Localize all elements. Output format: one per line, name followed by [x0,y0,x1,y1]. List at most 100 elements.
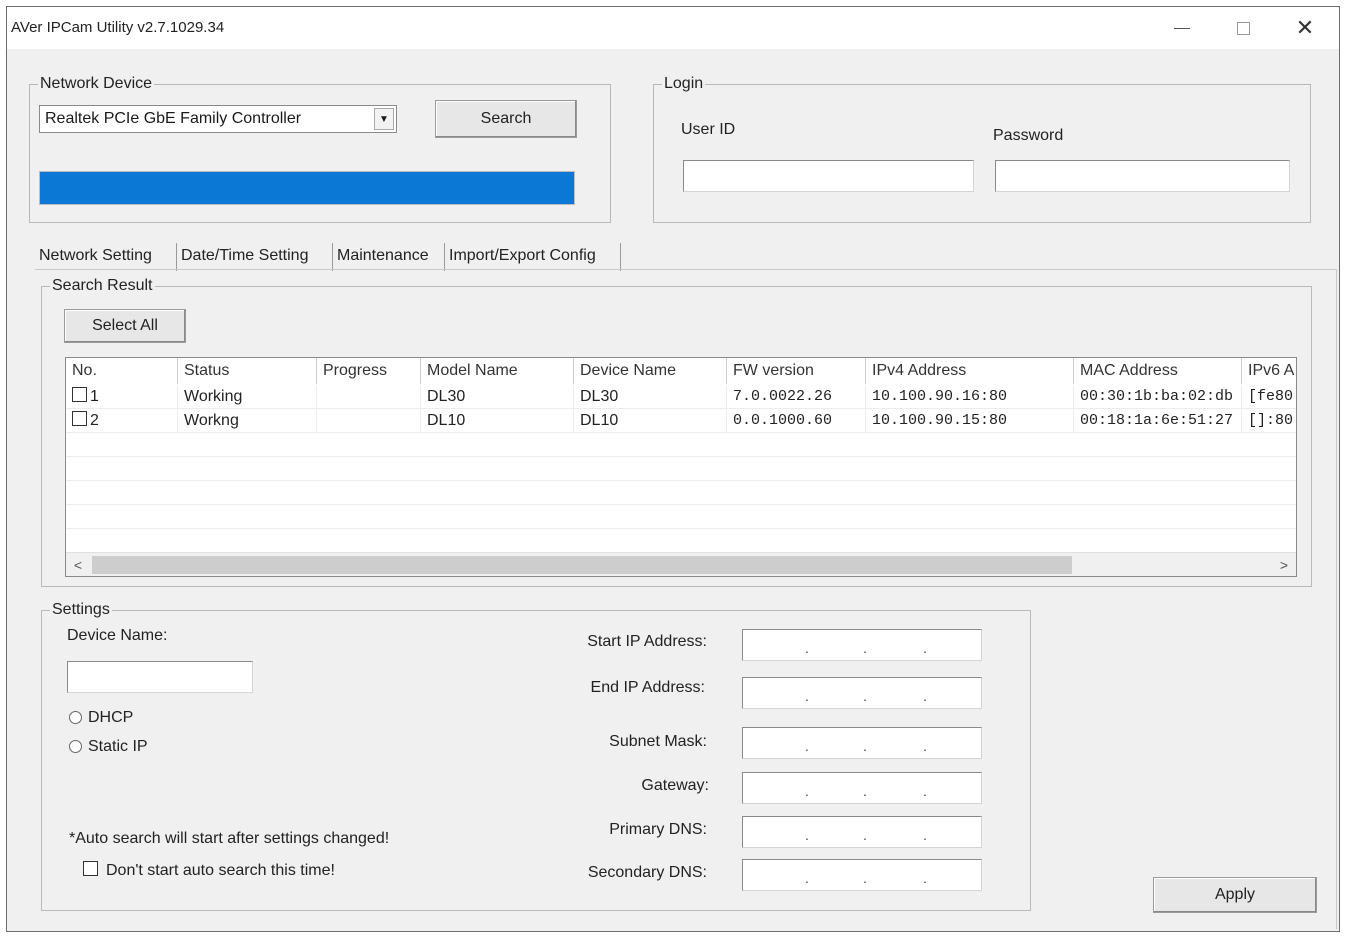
table-row[interactable]: 1 Working DL30 DL30 7.0.0022.26 10.100.9… [66,385,1296,409]
ip-dot: . [923,688,927,704]
fw-version-cell: 0.0.1000.60 [727,409,866,433]
column-header[interactable]: FW version [727,358,866,384]
ip-dot: . [805,640,809,656]
tab-import-export-config[interactable]: Import/Export Config [445,243,621,271]
status-cell: Working [178,385,317,409]
tab-date-time-setting[interactable]: Date/Time Setting [177,243,333,271]
mac-cell: 00:30:1b:ba:02:db [1074,385,1242,409]
table-row[interactable]: 2 Workng DL10 DL10 0.0.1000.60 10.100.90… [66,409,1296,433]
mac-cell: 00:18:1a:6e:51:27 [1074,409,1242,433]
minimize-button[interactable] [1159,13,1205,43]
ipv4-cell: 10.100.90.15:80 [866,409,1074,433]
auto-search-note: *Auto search will start after settings c… [69,830,390,847]
search-result-legend: Search Result [52,277,153,294]
horizontal-scrollbar[interactable]: < > [66,552,1296,576]
select-all-button[interactable]: Select All [64,309,186,343]
password-label: Password [993,127,1064,144]
scrollbar-thumb[interactable] [92,556,1072,574]
ip-dot: . [923,783,927,799]
search-button[interactable]: Search [435,100,577,138]
tab-network-setting[interactable]: Network Setting [35,243,177,271]
progress-cell [317,409,421,433]
app-window: AVer IPCam Utility v2.7.1029.34 ✕ Networ… [6,6,1340,932]
column-header[interactable]: MAC Address [1074,358,1242,384]
device-name-cell: DL10 [574,409,727,433]
network-device-legend: Network Device [40,75,153,92]
checkbox-icon[interactable] [83,861,98,877]
ip-dot: . [863,688,867,704]
ip-dot: . [863,827,867,843]
ip-dot: . [863,870,867,886]
scroll-right-icon[interactable]: > [1274,553,1294,576]
end-ip-field[interactable]: ... [742,677,982,709]
static-ip-radio[interactable]: Static IP [69,738,148,756]
radio-icon[interactable] [69,740,82,754]
column-header[interactable]: No. [66,358,178,384]
row-number: 2 [90,412,99,429]
end-ip-label: End IP Address: [590,679,705,696]
ipv4-cell: 10.100.90.16:80 [866,385,1074,409]
login-group: Login [653,75,1311,223]
ip-dot: . [805,827,809,843]
column-header[interactable]: Device Name [574,358,727,384]
dont-search-checkbox[interactable]: Don't start auto search this time! [83,861,335,880]
secondary-dns-label: Secondary DNS: [587,864,707,881]
row-number: 1 [90,388,99,405]
device-name-label: Device Name: [67,627,168,644]
selected-adapter: Realtek PCIe GbE Family Controller [45,110,302,127]
maximize-button[interactable] [1220,13,1266,43]
model-name-cell: DL10 [421,409,574,433]
password-field[interactable] [995,160,1290,192]
user-id-label: User ID [681,121,736,138]
subnet-mask-field[interactable]: ... [742,727,982,759]
start-ip-label: Start IP Address: [587,633,707,650]
column-header[interactable]: Status [178,358,317,384]
login-legend: Login [664,75,704,92]
window-title: AVer IPCam Utility v2.7.1029.34 [11,19,225,36]
gateway-label: Gateway: [641,777,709,794]
tab-maintenance[interactable]: Maintenance [333,243,445,271]
apply-button[interactable]: Apply [1153,877,1317,913]
secondary-dns-field[interactable]: ... [742,859,982,891]
ip-dot: . [863,640,867,656]
dhcp-radio[interactable]: DHCP [69,709,133,727]
row-number-cell[interactable]: 1 [66,385,178,409]
empty-row [66,529,1296,553]
column-header[interactable]: IPv6 A [1242,358,1296,384]
row-checkbox[interactable] [72,387,87,403]
search-result-table: No. Status Progress Model Name Device Na… [65,357,1297,577]
status-cell: Workng [178,409,317,433]
subnet-mask-label: Subnet Mask: [609,733,707,750]
ip-dot: . [805,870,809,886]
primary-dns-field[interactable]: ... [742,816,982,848]
column-header[interactable]: Model Name [421,358,574,384]
row-number-cell[interactable]: 2 [66,409,178,433]
dhcp-label: DHCP [88,709,134,726]
static-ip-label: Static IP [88,738,148,755]
radio-icon[interactable] [69,711,82,725]
ip-dot: . [805,688,809,704]
ip-dot: . [805,738,809,754]
start-ip-field[interactable]: ... [742,629,982,661]
close-button[interactable]: ✕ [1282,13,1328,43]
row-checkbox[interactable] [72,411,87,427]
chevron-down-icon[interactable]: ▼ [374,108,394,130]
gateway-field[interactable]: ... [742,772,982,804]
scroll-left-icon[interactable]: < [68,553,88,576]
user-id-field[interactable] [683,160,974,192]
maximize-icon [1236,22,1250,36]
ipv6-cell: [fe80: [1242,385,1296,409]
ip-dot: . [923,640,927,656]
table-header: No. Status Progress Model Name Device Na… [66,358,1296,384]
ip-dot: . [923,827,927,843]
primary-dns-label: Primary DNS: [609,821,707,838]
empty-row [66,457,1296,481]
device-name-field[interactable] [67,661,253,693]
column-header[interactable]: IPv4 Address [866,358,1074,384]
column-header[interactable]: Progress [317,358,421,384]
close-icon: ✕ [1295,15,1315,40]
settings-legend: Settings [52,601,110,618]
empty-row [66,481,1296,505]
network-adapter-select[interactable]: Realtek PCIe GbE Family Controller ▼ [39,105,397,133]
device-name-cell: DL30 [574,385,727,409]
